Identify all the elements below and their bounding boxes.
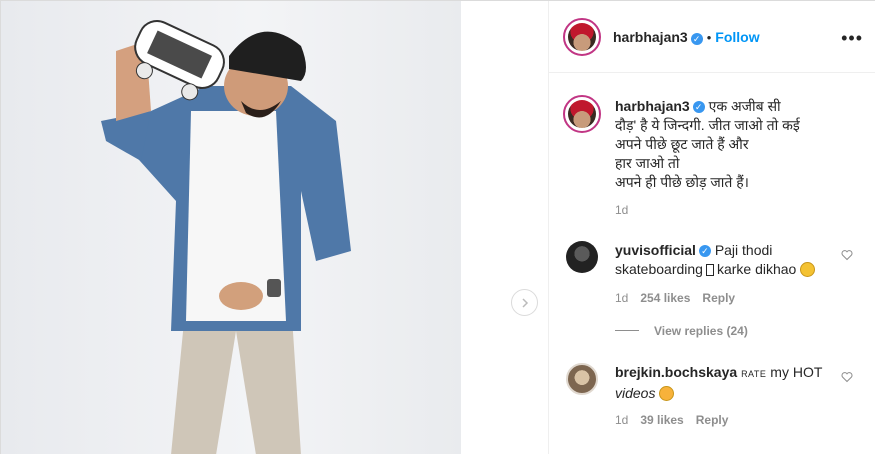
commenter-username[interactable]: brejkin.bochskaya <box>615 364 737 380</box>
verified-badge-icon: ✓ <box>698 245 711 258</box>
comment-line: skateboarding karke dikhao <box>615 260 845 279</box>
comment-line: yuvisofficial ✓ Paji thodi <box>615 241 845 260</box>
comment-line: videos <box>615 384 845 403</box>
post-header: harbhajan3 ✓ • Follow ••• <box>549 1 875 73</box>
commenter-avatar[interactable] <box>566 363 598 395</box>
comment-brejkin: brejkin.bochskaya RATE my HOT videos <box>615 363 845 403</box>
comment-line: brejkin.bochskaya RATE my HOT <box>615 363 845 384</box>
caption-text-line: अपने पीछे छूट जाते हैं और <box>615 136 749 152</box>
missing-glyph-icon <box>705 264 714 276</box>
comment-meta: 1d 39 likes Reply <box>615 413 728 427</box>
grin-emoji-icon <box>800 262 816 277</box>
comment-meta: 1d 254 likes Reply <box>615 291 735 305</box>
instagram-post: harbhajan3 ✓ • Follow ••• harbhajan3 ✓ एक अज… <box>0 0 875 454</box>
separator-dot: • <box>706 30 712 45</box>
follow-button[interactable]: Follow <box>715 29 759 45</box>
comment-timestamp[interactable]: 1d <box>615 291 628 305</box>
photo-illustration <box>101 20 351 454</box>
replies-divider <box>615 330 639 331</box>
header-author-row: harbhajan3 ✓ • Follow <box>613 29 760 45</box>
author-username[interactable]: harbhajan3 <box>613 29 688 45</box>
comment-text: RATE <box>741 369 767 379</box>
heart-icon[interactable] <box>841 371 853 383</box>
caption: harbhajan3 ✓ एक अजीब सी दौड़' है ये जिन्द… <box>615 97 865 192</box>
comment-text: my HOT <box>770 364 823 380</box>
caption-text-line: एक अजीब सी <box>708 98 781 114</box>
next-photo-button[interactable] <box>511 289 538 316</box>
comment-text: karke dikhao <box>716 261 797 277</box>
caption-text-line: हार जाओ तो <box>615 155 680 171</box>
comment-text: videos <box>615 385 656 401</box>
author-avatar[interactable] <box>563 18 601 56</box>
comments-panel: harbhajan3 ✓ • Follow ••• harbhajan3 ✓ एक अज… <box>548 1 875 454</box>
verified-badge-icon: ✓ <box>690 32 703 45</box>
verified-badge-icon: ✓ <box>692 101 705 114</box>
caption-timestamp[interactable]: 1d <box>615 203 628 217</box>
chevron-right-icon <box>521 297 528 308</box>
post-photo[interactable] <box>1 1 461 454</box>
heart-icon[interactable] <box>841 249 853 261</box>
comment-yuvisofficial: yuvisofficial ✓ Paji thodi skateboarding k… <box>615 241 845 279</box>
comment-text: Paji thodi <box>714 242 773 258</box>
reply-button[interactable]: Reply <box>702 291 735 305</box>
more-options-icon[interactable]: ••• <box>841 29 863 47</box>
commenter-username[interactable]: yuvisofficial <box>615 242 696 258</box>
caption-text-line: दौड़' है ये जिन्दगी. जीत जाओ तो कई <box>615 117 800 133</box>
caption-line-1: harbhajan3 ✓ एक अजीब सी <box>615 97 865 116</box>
view-replies-button[interactable]: View replies (24) <box>654 324 748 338</box>
heart-eyes-emoji-icon <box>659 386 675 401</box>
caption-text-line: अपने ही पीछे छोड़ जाते हैं। <box>615 174 749 190</box>
reply-button[interactable]: Reply <box>696 413 729 427</box>
comment-text: skateboarding <box>615 261 703 277</box>
comment-timestamp[interactable]: 1d <box>615 413 628 427</box>
caption-username[interactable]: harbhajan3 <box>615 98 690 114</box>
commenter-avatar[interactable] <box>566 241 598 273</box>
comment-likes[interactable]: 254 likes <box>640 291 690 305</box>
media-gutter <box>461 1 548 454</box>
comment-likes[interactable]: 39 likes <box>640 413 683 427</box>
caption-avatar[interactable] <box>563 95 601 133</box>
